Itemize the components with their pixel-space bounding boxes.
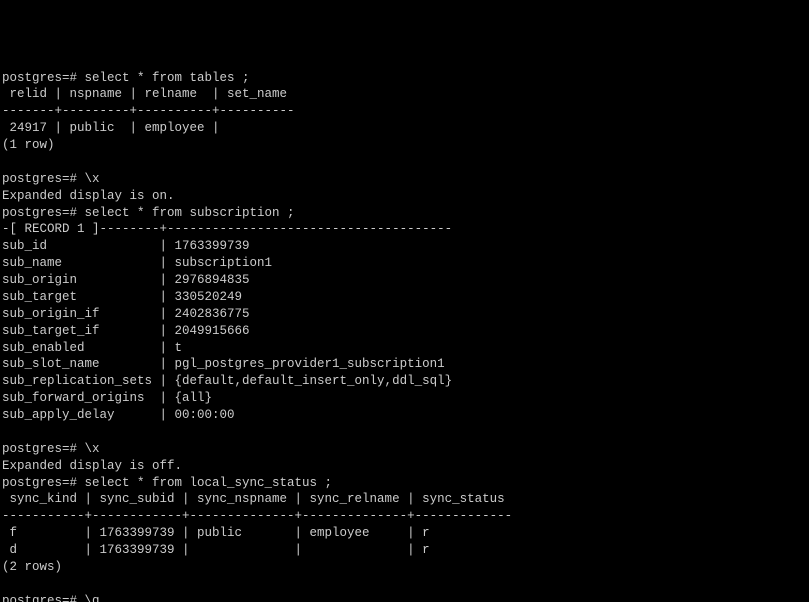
- sub-row: sub_replication_sets | {default,default_…: [2, 374, 452, 388]
- sub-row: sub_origin | 2976894835: [2, 273, 250, 287]
- cmd-select-lss: select * from local_sync_status ;: [85, 476, 333, 490]
- sub-row: sub_target_if | 2049915666: [2, 324, 250, 338]
- tables-count: (1 row): [2, 138, 55, 152]
- pg-prompt: postgres=#: [2, 442, 85, 456]
- sub-row: sub_id | 1763399739: [2, 239, 250, 253]
- lss-sep: -----------+------------+--------------+…: [2, 509, 512, 523]
- lss-header: sync_kind | sync_subid | sync_nspname | …: [2, 492, 505, 506]
- pg-prompt: postgres=#: [2, 206, 85, 220]
- tables-sep: -------+---------+----------+----------: [2, 104, 295, 118]
- tables-header: relid | nspname | relname | set_name: [2, 87, 287, 101]
- tables-row: 24917 | public | employee |: [2, 121, 220, 135]
- sub-row: sub_slot_name | pgl_postgres_provider1_s…: [2, 357, 445, 371]
- cmd-select-subscription: select * from subscription ;: [85, 206, 295, 220]
- sub-row: sub_forward_origins | {all}: [2, 391, 212, 405]
- cmd-x-on: \x: [85, 172, 100, 186]
- pg-prompt: postgres=#: [2, 594, 85, 602]
- lss-count: (2 rows): [2, 560, 62, 574]
- lss-row: d | 1763399739 | | | r: [2, 543, 430, 557]
- sub-row: sub_target | 330520249: [2, 290, 242, 304]
- lss-row: f | 1763399739 | public | employee | r: [2, 526, 430, 540]
- sub-row: sub_apply_delay | 00:00:00: [2, 408, 235, 422]
- terminal[interactable]: postgres=# select * from tables ; relid …: [0, 68, 809, 602]
- msg-expanded-on: Expanded display is on.: [2, 189, 175, 203]
- cmd-select-tables: select * from tables ;: [85, 71, 250, 85]
- sub-row: sub_origin_if | 2402836775: [2, 307, 250, 321]
- pg-prompt: postgres=#: [2, 71, 85, 85]
- record-header: -[ RECORD 1 ]--------+------------------…: [2, 222, 452, 236]
- sub-row: sub_name | subscription1: [2, 256, 272, 270]
- msg-expanded-off: Expanded display is off.: [2, 459, 182, 473]
- pg-prompt: postgres=#: [2, 476, 85, 490]
- pg-prompt: postgres=#: [2, 172, 85, 186]
- cmd-quit: \q: [85, 594, 100, 602]
- cmd-x-off: \x: [85, 442, 100, 456]
- sub-row: sub_enabled | t: [2, 341, 182, 355]
